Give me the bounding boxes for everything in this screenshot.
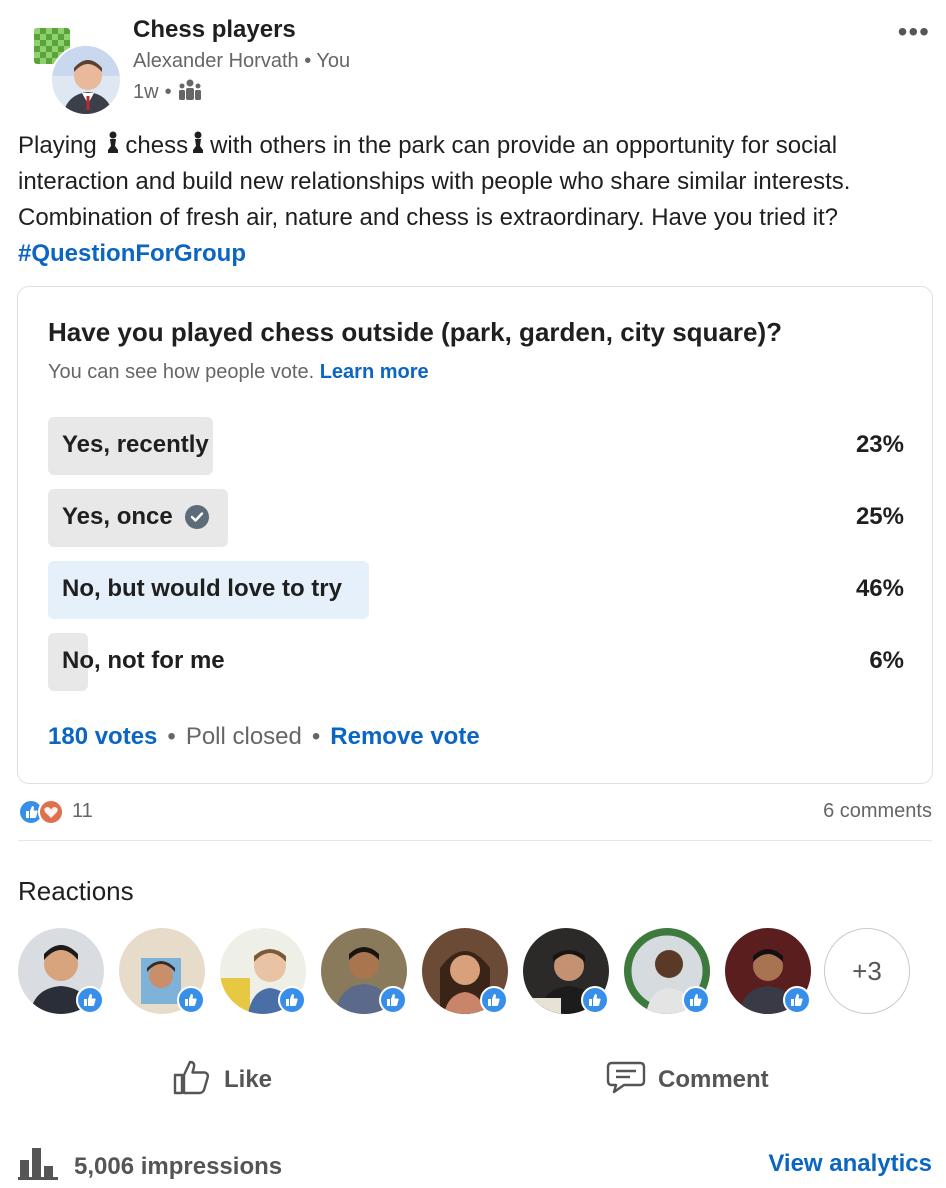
comment-icon <box>606 1059 646 1102</box>
poll-status: Poll closed <box>185 723 302 750</box>
poll-option-text: Yes, recently <box>62 431 209 458</box>
like-badge-icon <box>581 986 609 1014</box>
author-avatar[interactable] <box>50 44 122 116</box>
poll-subtitle-text: You can see how people vote. <box>48 361 315 383</box>
reactor-avatar[interactable] <box>321 928 407 1014</box>
like-badge-icon <box>278 986 306 1014</box>
poll-option[interactable]: Yes, once 25% <box>48 489 904 547</box>
comments-count[interactable]: 6 comments <box>823 800 932 823</box>
poll-card: Have you played chess outside (park, gar… <box>17 286 933 784</box>
post-header: Chess players Alexander Horvath • You 1w… <box>18 14 930 116</box>
poll-option-text: No, but would love to try <box>62 575 342 602</box>
like-badge-icon <box>783 986 811 1014</box>
author-name[interactable]: Alexander Horvath <box>133 50 299 72</box>
reactions-title: Reactions <box>18 876 134 906</box>
reaction-count[interactable]: 11 <box>72 800 93 823</box>
remove-vote-link[interactable]: Remove vote <box>330 723 479 751</box>
reactor-avatar[interactable] <box>422 928 508 1014</box>
poll-option-text: No, not for me <box>62 647 225 674</box>
reactor-avatar[interactable] <box>523 928 609 1014</box>
divider <box>18 840 932 841</box>
social-counts: 11 6 comments <box>18 796 932 828</box>
post-text-start: Playing <box>18 132 104 159</box>
like-badge-icon <box>480 986 508 1014</box>
view-analytics-link[interactable]: View analytics <box>768 1150 932 1178</box>
group-visibility-icon <box>178 78 202 106</box>
poll-option-percent: 6% <box>869 647 904 674</box>
poll-subtitle: You can see how people vote. Learn more <box>48 361 429 384</box>
post-body: Playing chess with others in the park can… <box>18 128 930 272</box>
hashtag-link[interactable]: #QuestionForGroup <box>18 240 246 267</box>
author-relation: You <box>316 50 351 72</box>
post-meta: 1w • <box>133 78 202 106</box>
reactor-avatar[interactable] <box>725 928 811 1014</box>
poll-option-label: No, but would love to try <box>62 575 342 603</box>
poll-option-percent: 46% <box>855 575 904 602</box>
like-badge-icon <box>177 986 205 1014</box>
comment-label: Comment <box>658 1066 769 1093</box>
poll-option-percent: 23% <box>855 431 904 458</box>
poll-option-text: Yes, once <box>62 503 173 530</box>
reactor-avatar[interactable] <box>18 928 104 1014</box>
group-name[interactable]: Chess players <box>133 16 296 44</box>
poll-option[interactable]: No, but would love to try 46% <box>48 561 904 619</box>
reactor-avatar[interactable] <box>119 928 205 1014</box>
reactor-avatar[interactable] <box>624 928 710 1014</box>
poll-option-label: Yes, once <box>62 503 209 531</box>
like-label: Like <box>224 1066 273 1093</box>
poll-question: Have you played chess outside (park, gar… <box>48 317 783 347</box>
reaction-summary[interactable] <box>18 798 68 826</box>
author-line: Alexander Horvath • You <box>133 50 350 73</box>
more-options-button[interactable]: ••• <box>898 16 930 48</box>
like-badge-icon <box>379 986 407 1014</box>
separator-dot: • <box>304 50 317 72</box>
impressions: 5,006 impressions <box>18 1146 282 1187</box>
post-text-chess: chess <box>125 132 189 159</box>
poll-option-label: Yes, recently <box>62 431 209 459</box>
separator-dot: • <box>167 723 176 750</box>
like-button[interactable]: Like <box>172 1056 272 1104</box>
poll-option[interactable]: Yes, recently 23% <box>48 417 904 475</box>
impressions-count: 5,006 impressions <box>74 1152 283 1180</box>
like-badge-icon <box>682 986 710 1014</box>
reactor-avatar[interactable] <box>220 928 306 1014</box>
separator-dot: • <box>164 80 172 103</box>
learn-more-link[interactable]: Learn more <box>320 361 429 383</box>
like-badge-icon <box>76 986 104 1014</box>
like-icon <box>172 1058 212 1103</box>
chess-pawn-icon <box>105 128 123 164</box>
poll-option[interactable]: No, not for me 6% <box>48 633 904 691</box>
votes-link[interactable]: 180 votes <box>48 723 157 751</box>
time-ago: 1w <box>133 80 159 103</box>
voted-check-icon <box>184 505 209 529</box>
bar-chart-icon <box>18 1146 58 1187</box>
reactors-list: +3 <box>18 928 918 1016</box>
more-reactors-button[interactable]: +3 <box>824 928 910 1014</box>
poll-option-label: No, not for me <box>62 647 225 675</box>
separator-dot: • <box>311 723 321 750</box>
poll-option-percent: 25% <box>855 503 904 530</box>
poll-footer: 180 votes • Poll closed • Remove vote <box>48 723 480 751</box>
comment-button[interactable]: Comment <box>606 1056 769 1104</box>
chess-pawn-icon <box>190 128 208 164</box>
